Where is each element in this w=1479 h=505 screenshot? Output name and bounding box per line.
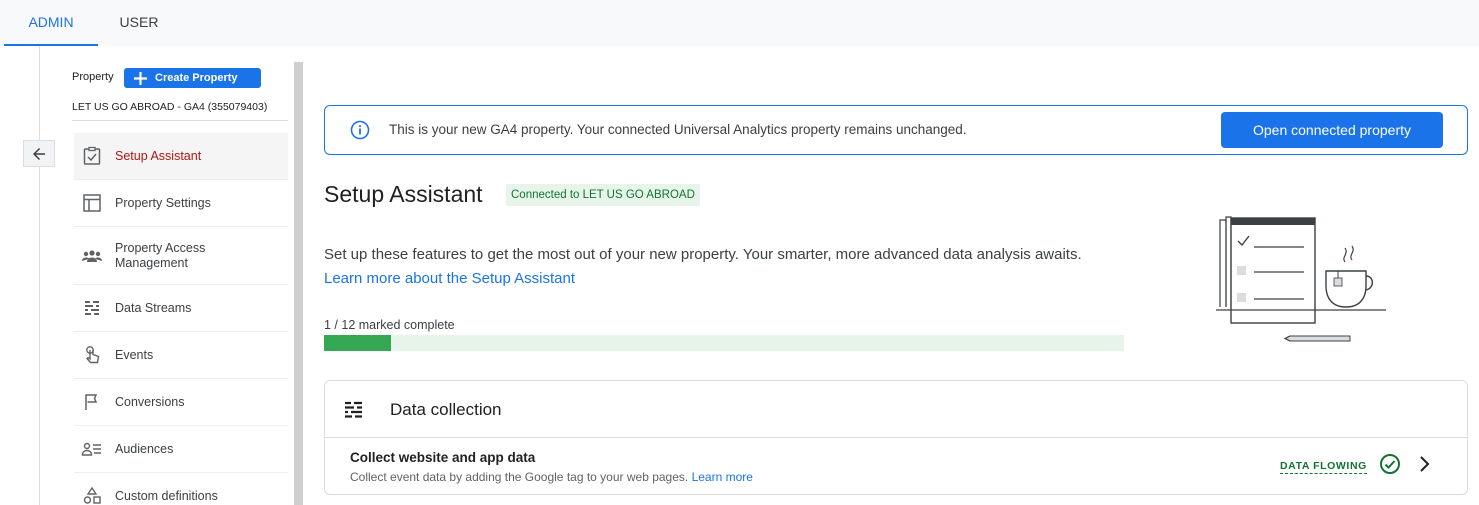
rail-divider: [39, 46, 40, 505]
progress-label: 1 / 12 marked complete: [324, 318, 455, 332]
create-property-button[interactable]: Create Property: [124, 68, 261, 88]
arrow-left-icon: [33, 147, 45, 160]
property-label: Property: [72, 71, 114, 83]
nav-label: Custom definitions: [115, 488, 218, 503]
nav-label: Property Settings: [115, 195, 211, 210]
nav-label: Events: [115, 347, 154, 362]
flag-icon: [81, 391, 103, 413]
progress-bar: [324, 335, 1124, 351]
row-title: Collect website and app data: [350, 450, 536, 465]
checklist-coffee-illustration: [1216, 216, 1386, 342]
row-subtitle-text: Collect event data by adding the Google …: [350, 470, 689, 484]
open-connected-property-button[interactable]: Open connected property: [1221, 112, 1443, 148]
data-collection-card: Data collection Collect website and app …: [324, 380, 1468, 495]
touch-icon: [81, 344, 103, 366]
shapes-icon: [81, 485, 103, 505]
learn-more-setup-assistant-link[interactable]: Learn more about the Setup Assistant: [324, 270, 575, 287]
nav-item-data-streams[interactable]: Data Streams: [74, 285, 288, 332]
info-icon: [350, 120, 370, 140]
data-flowing-status[interactable]: DATA FLOWING: [1280, 460, 1367, 474]
tab-admin[interactable]: ADMIN: [4, 0, 98, 46]
clipboard-check-icon: [81, 145, 103, 167]
back-button[interactable]: [23, 140, 55, 167]
nav-item-conversions[interactable]: Conversions: [74, 379, 288, 426]
sidebar-scrollbar[interactable]: [294, 62, 303, 505]
learn-more-link[interactable]: Learn more: [692, 470, 753, 484]
nav-label: Property Access Management: [115, 240, 206, 270]
property-divider: [72, 120, 288, 121]
collect-data-row[interactable]: Collect website and app data Collect eve…: [325, 438, 1467, 495]
layout-icon: [81, 192, 103, 214]
page-title: Setup Assistant: [324, 181, 483, 207]
streams-icon: [81, 297, 103, 319]
streams-icon: [345, 401, 362, 418]
admin-nav: Setup Assistant Property Settings Proper…: [74, 133, 288, 505]
audience-icon: [81, 438, 103, 460]
nav-item-events[interactable]: Events: [74, 332, 288, 379]
progress-bar-fill: [324, 335, 391, 351]
card-title: Data collection: [390, 400, 502, 419]
top-tab-bar: ADMIN USER: [0, 0, 1479, 46]
create-property-label: Create Property: [155, 72, 238, 84]
plus-icon: [134, 71, 147, 85]
property-name: LET US GO ABROAD - GA4 (355079403): [72, 101, 268, 113]
nav-label: Conversions: [115, 394, 185, 409]
nav-item-property-settings[interactable]: Property Settings: [74, 180, 288, 227]
check-circle-icon: [1380, 454, 1400, 474]
nav-label: Audiences: [115, 441, 174, 456]
card-header: Data collection: [325, 381, 1467, 438]
description-text: Set up these features to get the most ou…: [324, 246, 1082, 263]
nav-label: Setup Assistant: [115, 148, 202, 163]
row-subtitle: Collect event data by adding the Google …: [350, 470, 753, 484]
chevron-right-icon[interactable]: [1417, 455, 1433, 473]
setup-description: Set up these features to get the most ou…: [324, 243, 1084, 291]
banner-text: This is your new GA4 property. Your conn…: [389, 122, 967, 137]
connection-chip: Connected to LET US GO ABROAD: [506, 184, 700, 206]
people-icon: [81, 245, 103, 267]
info-banner: This is your new GA4 property. Your conn…: [324, 105, 1468, 155]
nav-item-property-access-management[interactable]: Property Access Management: [74, 227, 288, 285]
nav-item-audiences[interactable]: Audiences: [74, 426, 288, 473]
nav-label: Data Streams: [115, 300, 192, 315]
nav-item-setup-assistant[interactable]: Setup Assistant: [74, 133, 288, 180]
tab-user[interactable]: USER: [98, 0, 180, 46]
nav-item-custom-definitions[interactable]: Custom definitions: [74, 473, 288, 505]
